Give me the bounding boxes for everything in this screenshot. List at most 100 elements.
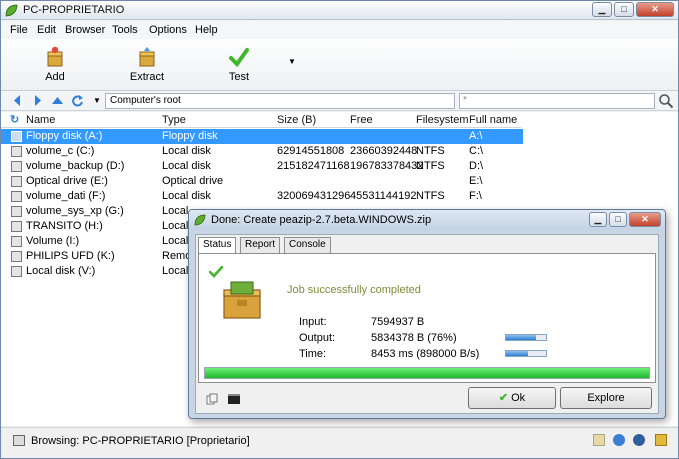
menu-edit[interactable]: Edit [37,24,56,36]
minimize-button[interactable]: ▁ [592,2,612,17]
ok-button[interactable]: ✔ Ok [468,387,556,409]
column-size[interactable]: Size (B) [277,114,316,126]
checkmark-icon [229,48,249,68]
extract-label: Extract [129,71,165,83]
column-name[interactable]: Name [26,114,55,126]
row-size: 320069431296 [277,190,351,202]
row-type: Floppy disk [162,130,218,142]
row-name: PHILIPS UFD (K:) [26,250,115,262]
table-row[interactable]: volume_backup (D:) Local disk 215182471168… [1,159,523,174]
minimize-icon: ▁ [598,4,606,14]
table-row[interactable]: Optical drive (E:) Optical drive E:\ [1,174,523,189]
tab-console[interactable]: Console [284,237,331,253]
tab-report[interactable]: Report [240,237,281,253]
clipboard-icon[interactable] [593,434,605,446]
row-full-name: F:\ [469,190,482,202]
globe-icon[interactable] [613,434,625,446]
explore-button[interactable]: Explore [560,387,652,409]
menu-tools[interactable]: Tools [112,24,138,36]
close-icon: ✕ [641,214,649,224]
column-header-row: ↻ Name Type Size (B) Free Filesystem Ful… [1,112,521,128]
search-icon[interactable] [658,93,674,109]
toolbar: Add Extract Test ▼ [1,39,678,91]
success-check-icon [209,266,223,278]
row-type: Local [162,220,189,232]
up-icon[interactable] [51,94,64,107]
extract-button[interactable]: Extract [117,43,177,87]
row-type: Local disk [162,145,211,157]
dialog-body: Status Report Console Job successfully c… [195,234,659,414]
menu-options[interactable]: Options [149,24,187,36]
status-bar: Browsing: PC-PROPRIETARIO [Proprietario] [1,427,678,453]
row-free: 45531144192 [350,190,417,202]
output-ratio-fill [506,335,537,340]
row-name: Optical drive (E:) [26,175,108,187]
column-free[interactable]: Free [350,114,373,126]
close-button[interactable]: ✕ [636,2,674,17]
copy-icon[interactable] [206,393,218,405]
overall-progress-bar [204,367,650,379]
dialog-minimize-button[interactable]: ▁ [589,212,607,227]
dialog-maximize-button[interactable]: □ [609,212,627,227]
row-type: Optical drive [162,175,224,187]
explore-label: Explore [587,392,625,404]
address-field[interactable]: Computer's root [105,93,455,109]
row-free: 196783378432 [350,160,424,172]
maximize-button[interactable]: □ [614,2,634,17]
dialog-close-button[interactable]: ✕ [629,212,661,227]
menu-browser[interactable]: Browser [65,24,105,36]
row-name: volume_sys_xp (G:) [26,205,124,217]
row-size: 62914551808 [277,145,345,157]
drive-icon [11,236,22,247]
row-full-name: A:\ [469,130,483,142]
drive-icon [11,131,22,142]
row-type: Local [162,235,189,247]
history-dropdown-icon[interactable]: ▼ [93,96,101,105]
menu-help[interactable]: Help [195,24,218,36]
row-type: Local [162,265,189,277]
status-text: Browsing: PC-PROPRIETARIO [Proprietario] [31,435,250,447]
refresh-icon[interactable] [71,94,84,107]
console-icon[interactable] [228,393,240,405]
navigation-bar: ▼ Computer's root * [1,91,678,111]
drive-icon [11,161,22,172]
table-row[interactable]: Floppy disk (A:) Floppy disk A:\ [1,129,523,144]
output-label: Output: [299,332,336,344]
row-free: 23660392448 [350,145,418,157]
input-label: Input: [299,316,327,328]
row-name: Floppy disk (A:) [26,130,103,142]
peazip-leaf-icon [194,214,206,226]
column-filesystem[interactable]: Filesystem [416,114,469,126]
table-row[interactable]: volume_c (C:) Local disk 62914551808 236603… [1,144,523,159]
dialog-title: Done: Create peazip-2.7.beta.WINDOWS.zip [211,214,432,226]
overall-progress-fill [205,368,649,378]
tab-status[interactable]: Status [198,237,237,254]
column-type[interactable]: Type [162,114,186,126]
row-full-name: E:\ [469,175,483,187]
column-full-name[interactable]: Full name [469,114,517,126]
network-icon[interactable] [633,434,645,446]
table-row[interactable]: volume_dati (F:) Local disk 320069431296 45… [1,189,523,204]
row-size: 215182471168 [277,160,350,172]
maximize-icon: □ [615,214,621,224]
add-label: Add [45,71,65,83]
back-icon[interactable] [11,94,24,107]
forward-icon[interactable] [31,94,44,107]
test-button[interactable]: Test [209,43,269,87]
row-type: Local disk [162,190,211,202]
add-archive-icon [47,46,63,67]
drive-icon [11,251,22,262]
window-title: PC-PROPRIETARIO [23,4,125,16]
row-name: volume_c (C:) [26,145,95,157]
ok-label: Ok [511,392,526,404]
row-full-name: D:\ [469,160,484,172]
menu-file[interactable]: File [10,24,28,36]
add-button[interactable]: Add [25,43,85,87]
main-window: PC-PROPRIETARIO ▁ □ ✕ File Edit Browser … [0,0,679,459]
peazip-leaf-icon [5,4,18,17]
lock-icon[interactable] [655,434,667,446]
toolbar-more-dropdown-icon[interactable]: ▼ [288,57,296,66]
search-input[interactable]: * [459,93,655,109]
refresh-list-icon[interactable]: ↻ [10,113,19,126]
close-icon: ✕ [651,4,659,14]
